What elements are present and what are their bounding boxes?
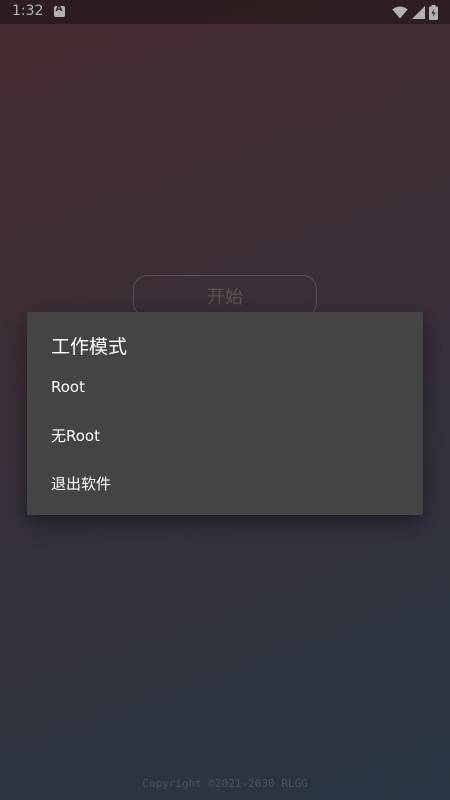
menu-item-root[interactable]: Root [27, 363, 423, 411]
menu-item-no-root[interactable]: 无Root [27, 411, 423, 459]
dialog-title: 工作模式 [51, 336, 128, 358]
menu-item-exit-app[interactable]: 退出软件 [27, 459, 423, 507]
copyright-text: Copyright ©2021-2030 RLGG [142, 777, 308, 790]
work-mode-dialog: 工作模式 Root 无Root 退出软件 [27, 312, 423, 515]
